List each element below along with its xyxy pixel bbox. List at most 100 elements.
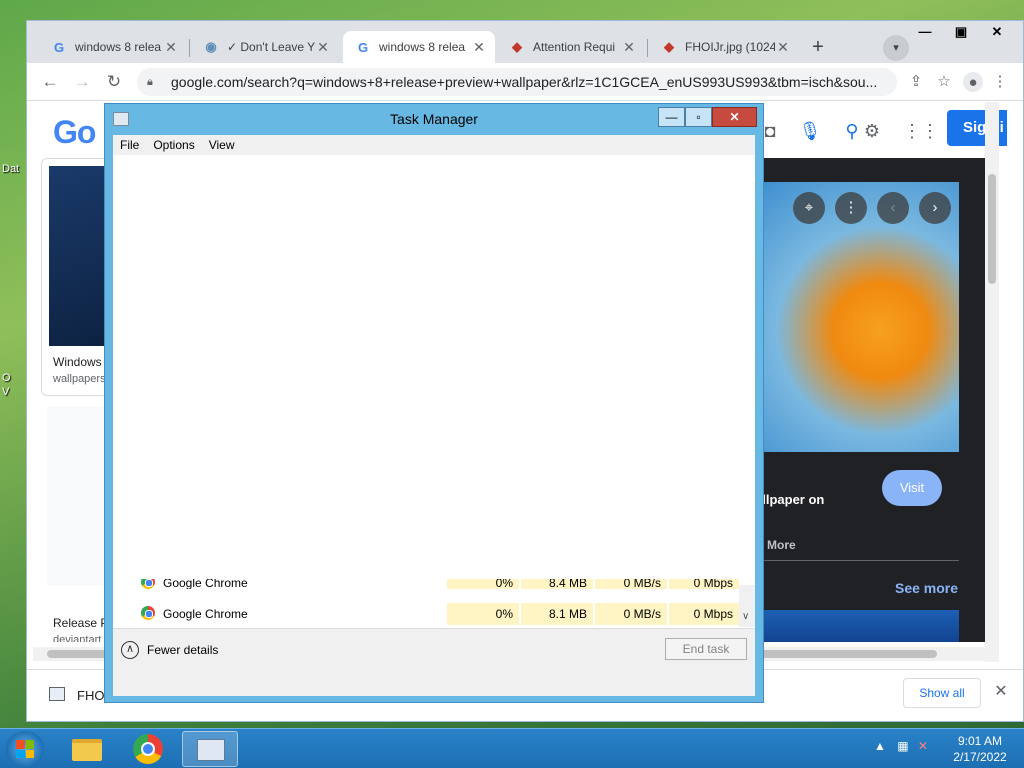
task-manager-window: Task Manager — ▫ ✕ File Options View Goo… [104,103,764,703]
menu-file[interactable]: File [113,138,146,152]
scroll-down-icon[interactable]: ∨ [742,611,749,622]
vertical-scrollbar[interactable] [985,102,999,662]
scrollbar-thumb[interactable] [988,174,996,284]
profile-icon[interactable]: ● [963,72,983,92]
process-row[interactable]: Google Chrome 0% 8.4 MB 0 MB/s 0 Mbps [113,579,739,589]
apps-grid-icon[interactable]: ⋮⋮ [903,118,939,144]
process-name: Google Chrome [163,579,248,589]
tab-divider [189,39,190,57]
fewer-details-link[interactable]: Fewer details [147,643,218,657]
see-more-link[interactable]: See more [895,580,958,596]
close-tab-icon[interactable]: ✕ [315,39,331,56]
preview-title[interactable]: allpaper on [755,492,824,507]
result-title[interactable]: Release P [53,616,108,630]
back-icon[interactable]: ← [39,71,61,93]
folder-icon [72,739,102,761]
chevron-up-icon[interactable]: ∧ [121,641,139,659]
date-text: 2/17/2022 [953,750,1007,764]
clock[interactable]: 9:01 AM 2/17/2022 [940,733,1020,765]
reload-icon[interactable]: ↻ [103,71,125,93]
taskbar-explorer[interactable] [58,731,114,767]
memory-cell: 8.4 MB [521,579,593,589]
minimize-button[interactable]: — [658,107,685,127]
tab-title: ✓ Don't Leave Y [227,40,315,54]
cpu-cell: 0% [447,579,519,589]
close-button[interactable]: ✕ [712,107,757,127]
image-preview-panel: ⌖ ⋮ ‹ › allpaper on Visit More See more [747,158,997,642]
google-icon: G [357,39,369,55]
show-hidden-icons-icon[interactable]: ▲ [874,739,886,753]
tab-windows8-active[interactable]: G windows 8 relea ✕ [343,31,495,63]
tab-fhoijr-jpg[interactable]: ◆ FHOIJr.jpg (1024 ✕ [649,31,799,63]
result-source: wallpapers [53,373,106,385]
task-manager-icon [197,739,225,761]
tab-windows8-1[interactable]: G windows 8 relea ✕ [39,31,187,63]
settings-gear-icon[interactable]: ⚙ [859,118,885,144]
related-image[interactable] [763,610,959,642]
menu-options[interactable]: Options [146,138,201,152]
desktop-icon-label[interactable]: O [2,372,11,384]
tab-title: FHOIJr.jpg (1024 [685,40,775,54]
image-file-icon [49,687,65,701]
next-image-icon[interactable]: › [919,192,951,224]
tab-title: windows 8 relea [379,40,466,54]
disk-cell: 0 MB/s [595,603,667,625]
end-task-button[interactable]: End task [665,638,747,660]
process-list-scrollbar[interactable]: ∨ [739,585,755,627]
start-button[interactable] [6,731,44,767]
close-tab-icon[interactable]: ✕ [471,39,487,56]
taskbar-chrome[interactable] [120,731,176,767]
close-window-button[interactable]: ✕ [979,21,1015,43]
tab-divider [647,39,648,57]
tab-search-button[interactable]: ▾ [883,35,909,61]
more-options-icon[interactable]: ⋮ [835,192,867,224]
lock-icon[interactable]: 🔒︎ [147,76,161,89]
forward-icon[interactable]: → [71,71,93,93]
bookmark-star-icon[interactable]: ☆ [933,71,955,93]
chrome-icon [133,734,163,764]
more-label[interactable]: More [767,538,796,552]
tab-title: windows 8 relea [75,40,162,54]
result-source: deviantart [53,634,102,642]
visit-button[interactable]: Visit [882,470,942,506]
tab-strip: G windows 8 relea ✕ ◉ ✓ Don't Leave Y ✕ … [27,21,1023,63]
prev-image-icon[interactable]: ‹ [877,192,909,224]
menu-view[interactable]: View [202,138,242,152]
cpu-cell: 0% [447,603,519,625]
address-bar[interactable]: 🔒︎ google.com/search?q=windows+8+release… [137,68,897,96]
time-text: 9:01 AM [957,734,1003,748]
process-row[interactable]: Google Chrome 0% 8.1 MB 0 MB/s 0 Mbps [113,603,739,625]
close-icon[interactable]: ✕ [991,682,1011,702]
network-cell: 0 Mbps [669,603,739,625]
network-icon[interactable]: ▦ [897,739,908,753]
task-manager-footer: ∧ Fewer details End task [113,628,755,696]
browser-toolbar: ← → ↻ 🔒︎ google.com/search?q=windows+8+r… [27,63,1023,101]
url-text[interactable]: google.com/search?q=windows+8+release+pr… [171,74,877,90]
new-tab-button[interactable]: + [805,35,831,61]
desktop-icon-label[interactable]: V [2,386,9,398]
close-tab-icon[interactable]: ✕ [775,39,791,56]
result-title[interactable]: Windows [53,355,102,369]
tab-attention-required[interactable]: ◆ Attention Requi ✕ [497,31,645,63]
taskbar-task-manager[interactable] [182,731,238,767]
google-icon: G [53,39,65,55]
volume-muted-icon[interactable]: ✕ [918,739,928,753]
show-all-button[interactable]: Show all [903,678,981,708]
menu-kebab-icon[interactable]: ⋮ [989,71,1011,93]
share-icon[interactable]: ⇪ [905,71,927,93]
lens-icon[interactable]: ⌖ [793,192,825,224]
memory-cell: 8.1 MB [521,603,593,625]
menu-bar: File Options View [113,135,755,155]
taskbar: ▲ ▦ ✕ 9:01 AM 2/17/2022 [0,728,1024,768]
google-logo[interactable]: Go [53,114,96,151]
tab-title: Attention Requi [533,40,616,54]
close-tab-icon[interactable]: ✕ [163,39,179,56]
desktop-icon-label[interactable]: Dat [2,163,19,175]
maximize-button[interactable]: ▣ [943,21,979,43]
minimize-button[interactable]: — [907,21,943,43]
tab-dont-leave[interactable]: ◉ ✓ Don't Leave Y ✕ [191,31,339,63]
close-tab-icon[interactable]: ✕ [621,39,637,56]
maximize-button[interactable]: ▫ [685,107,712,127]
microphone-icon[interactable]: 🎙︎ [797,118,823,144]
windows-logo-icon [16,740,34,758]
